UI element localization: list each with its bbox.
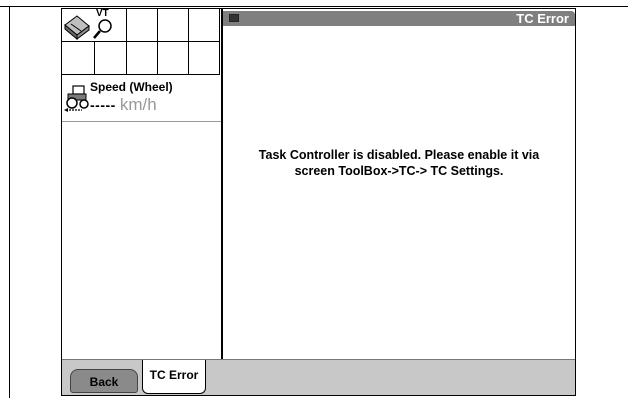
window-icon — [229, 14, 239, 22]
panel-divider — [221, 9, 223, 359]
softkey-empty-8[interactable] — [189, 42, 220, 75]
softkey-empty-2[interactable] — [158, 9, 189, 42]
softkey-empty-4[interactable] — [62, 42, 95, 75]
error-message: Task Controller is disabled. Please enab… — [223, 147, 575, 179]
tab-tc-error[interactable]: TC Error — [142, 360, 206, 394]
error-message-line-1: Task Controller is disabled. Please enab… — [258, 148, 540, 162]
vt-pen-tool-icon — [64, 15, 112, 41]
window-title: TC Error — [516, 11, 569, 26]
window-titlebar: TC Error — [223, 11, 575, 26]
softkey-empty-5[interactable] — [95, 42, 127, 75]
softkey-empty-7[interactable] — [158, 42, 189, 75]
terminal-screen: VT Speed (Wheel) ----- km/h TC Error Tas… — [61, 8, 576, 396]
tractor-speed-icon — [64, 85, 89, 112]
softkey-empty-1[interactable] — [127, 9, 158, 42]
softkey-empty-3[interactable] — [189, 9, 220, 42]
speed-readout: ----- km/h — [90, 95, 157, 115]
speed-value: ----- — [90, 97, 116, 113]
speed-unit: km/h — [119, 95, 157, 114]
outer-frame-top — [0, 6, 628, 7]
error-message-line-2: screen ToolBox->TC-> TC Settings. — [294, 164, 504, 178]
bottom-tabbar: Back TC Error — [62, 359, 575, 395]
outer-frame-left — [9, 6, 10, 398]
speed-label: Speed (Wheel) — [90, 80, 173, 94]
softkey-vt[interactable]: VT — [62, 9, 127, 42]
softkey-empty-6[interactable] — [127, 42, 158, 75]
softkey-grid: VT — [62, 9, 220, 75]
vt-label: VT — [96, 8, 109, 19]
speed-panel: Speed (Wheel) ----- km/h — [62, 75, 222, 122]
back-button[interactable]: Back — [70, 369, 138, 393]
